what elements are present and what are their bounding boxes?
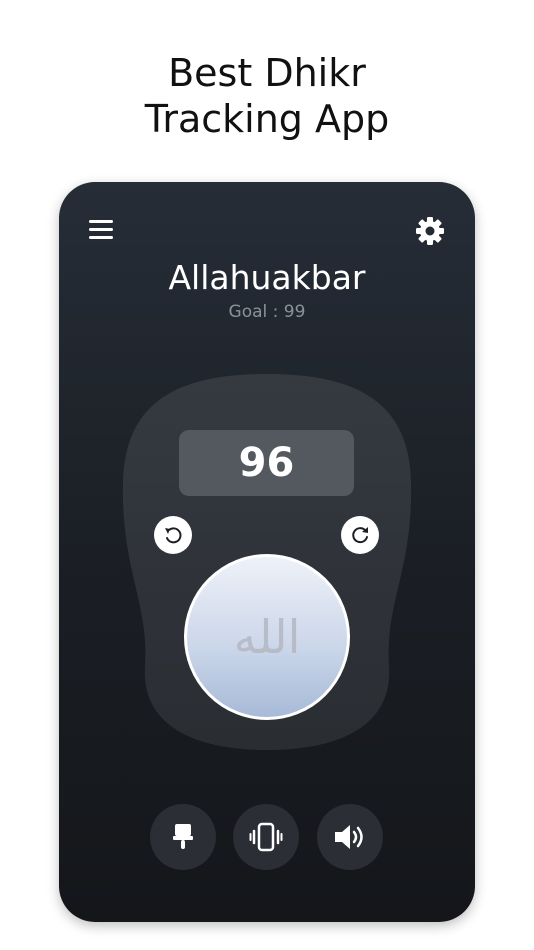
hamburger-icon-bar (89, 235, 113, 239)
sound-button[interactable] (317, 804, 383, 870)
allah-calligraphy-icon: الله (233, 610, 301, 664)
vibrate-icon (249, 822, 283, 852)
tap-count-button[interactable]: الله (184, 554, 350, 720)
settings-button[interactable] (414, 215, 446, 247)
undo-icon (165, 527, 182, 544)
hamburger-icon-bar (89, 219, 113, 223)
promo-title-line-2: Tracking App (144, 97, 390, 141)
gear-icon (416, 217, 444, 245)
reset-button[interactable] (341, 516, 379, 554)
vibrate-button[interactable] (233, 804, 299, 870)
menu-button[interactable] (89, 216, 115, 242)
count-value: 96 (238, 440, 295, 486)
paint-brush-icon (173, 824, 193, 849)
undo-button[interactable] (154, 516, 192, 554)
dhikr-name: Allahuakbar (168, 258, 366, 297)
promo-title: Best Dhikr Tracking App (0, 50, 534, 142)
promo-title-line-1: Best Dhikr (168, 51, 366, 95)
goal-label: Goal : 99 (228, 302, 306, 322)
theme-button[interactable] (150, 804, 216, 870)
speaker-icon (335, 825, 363, 849)
app-screen: Allahuakbar Goal : 99 96 الله (59, 182, 475, 922)
count-display: 96 (179, 430, 354, 496)
refresh-icon (352, 527, 368, 544)
hamburger-icon-bar (89, 227, 113, 231)
